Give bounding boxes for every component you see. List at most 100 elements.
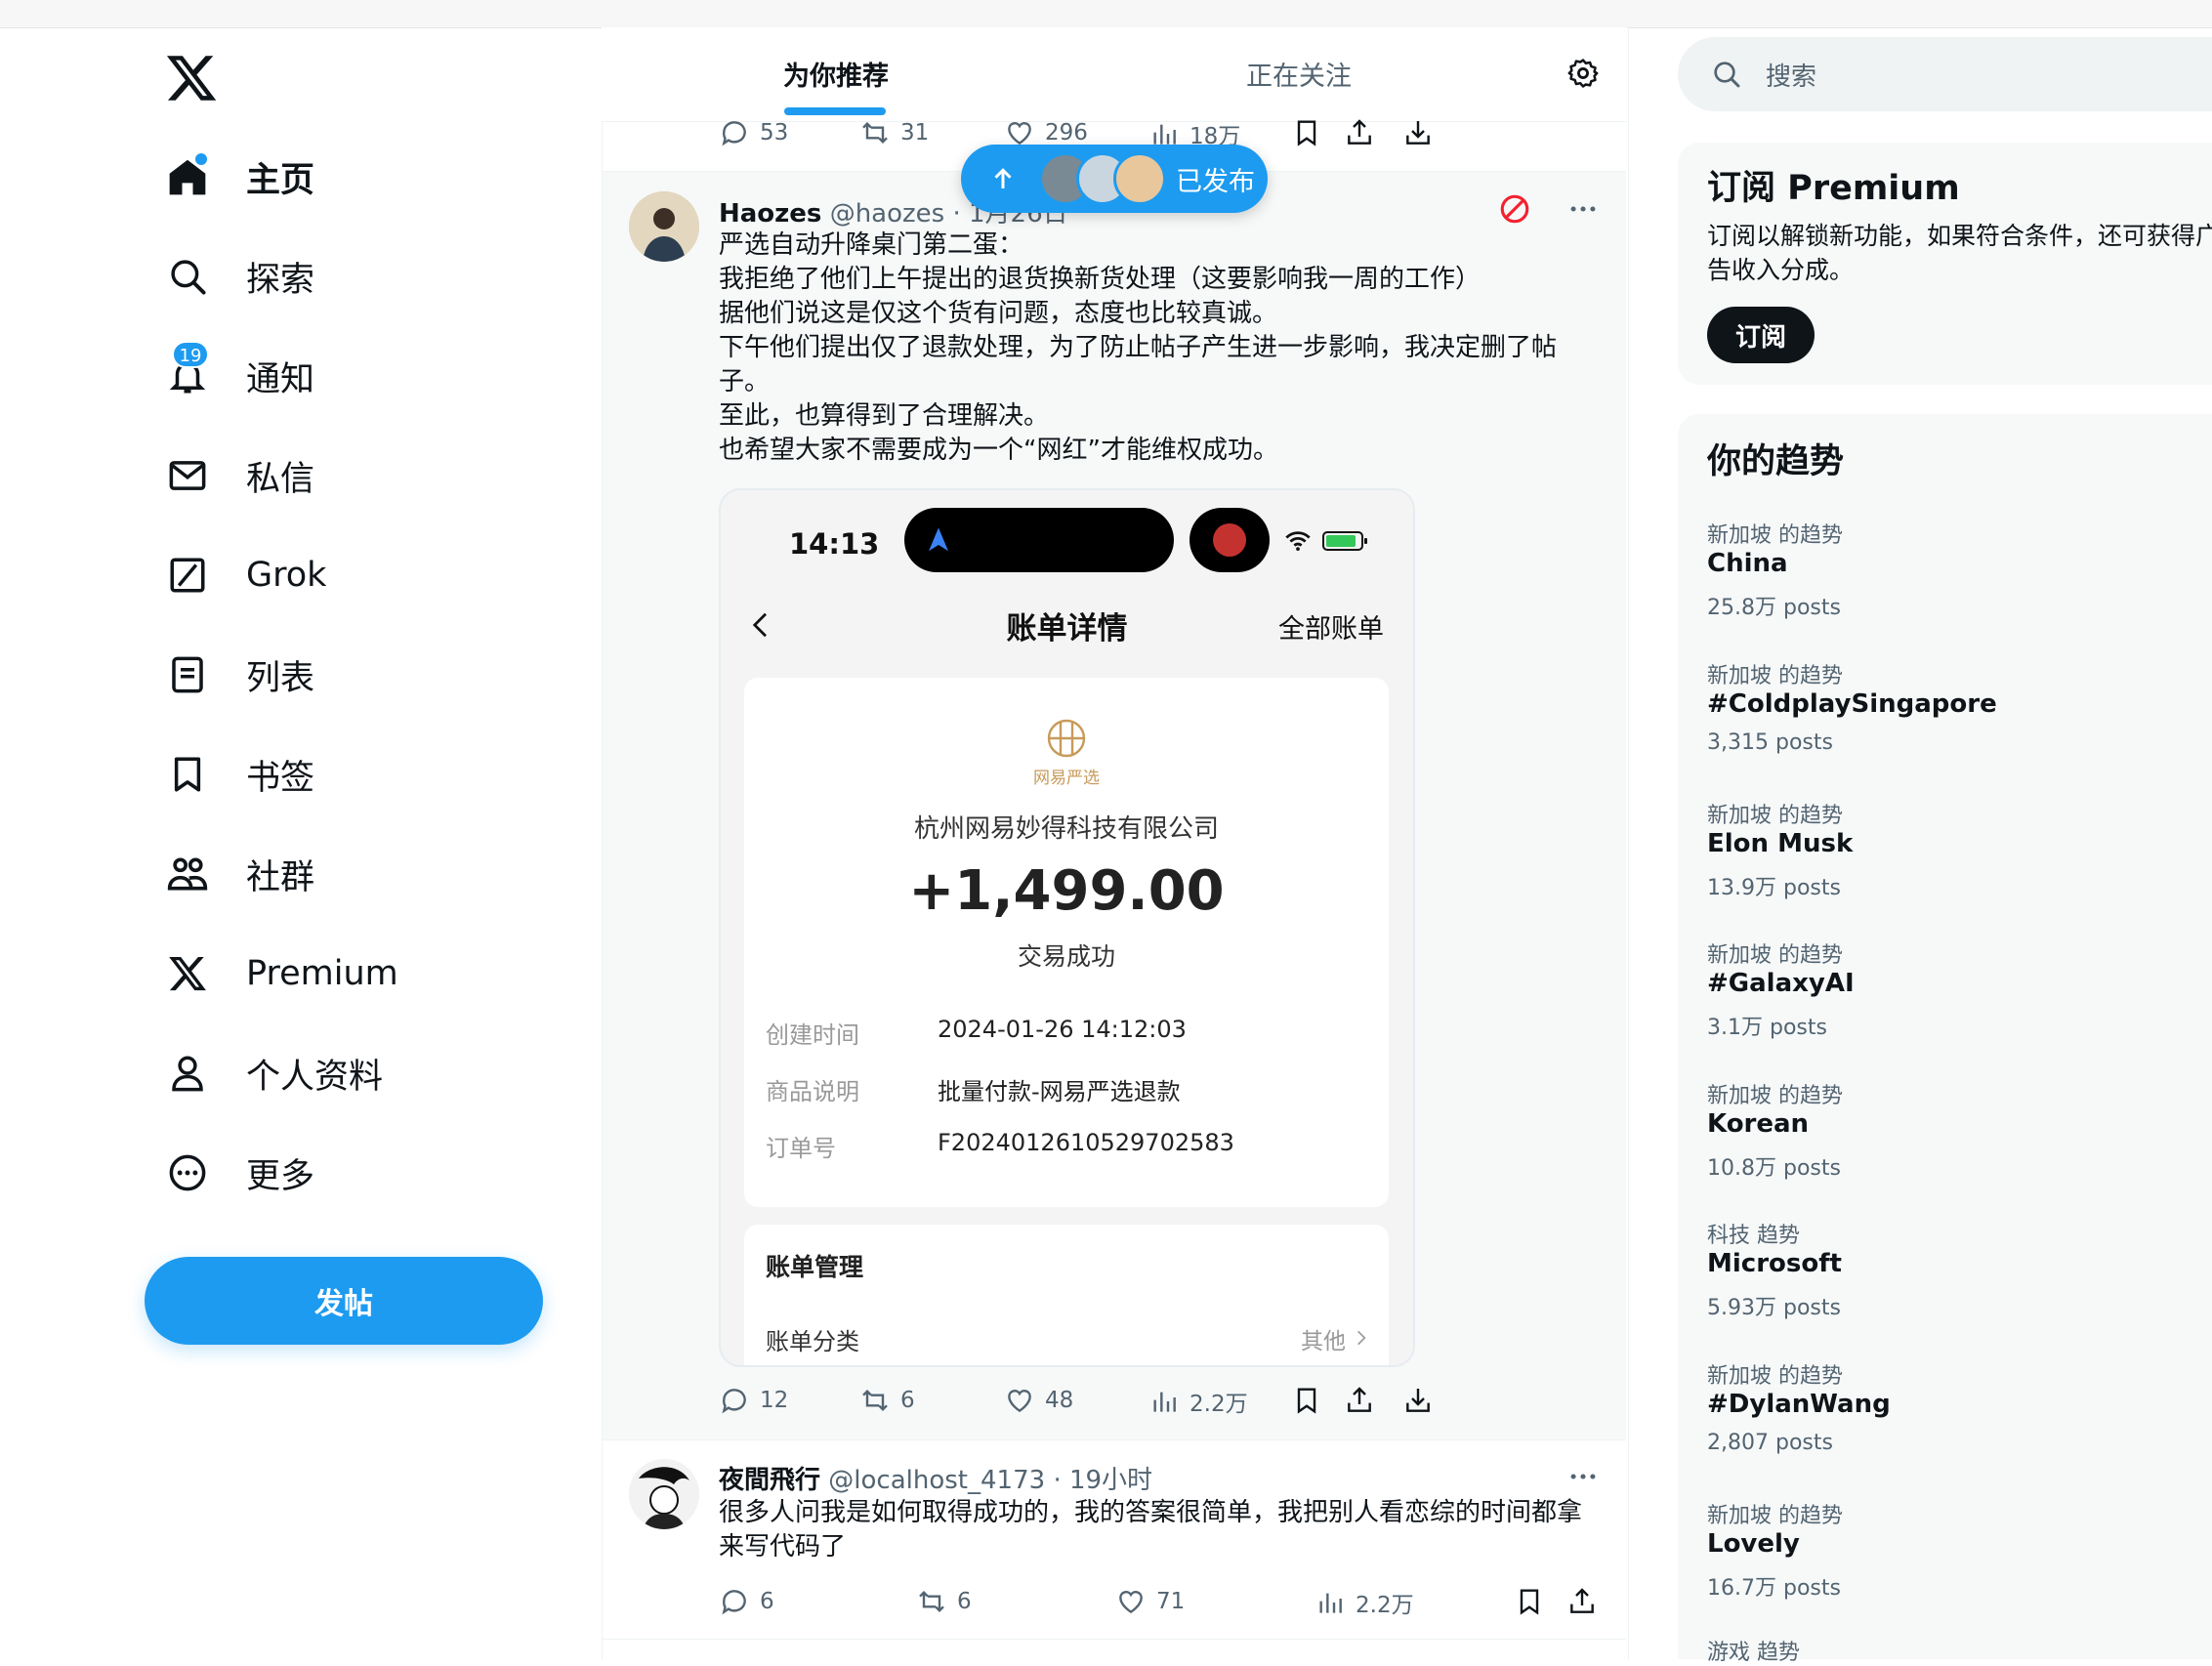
post-button[interactable]: 发帖 <box>145 1257 543 1345</box>
share-icon <box>1348 1387 1371 1412</box>
blocked-icon[interactable] <box>1498 192 1531 226</box>
x-logo-icon[interactable] <box>164 51 219 105</box>
trend-count: 25.8万 posts <box>1707 596 1841 620</box>
search-icon <box>164 253 211 300</box>
repost-count: 31 <box>900 120 930 146</box>
nav-more[interactable]: 更多 <box>164 1139 314 1207</box>
reply-count: 53 <box>760 120 789 146</box>
bookmark-button[interactable] <box>1291 117 1322 148</box>
bookmark-button[interactable] <box>1291 1385 1322 1416</box>
repost-button[interactable]: 6 <box>859 1385 915 1416</box>
nav-label: Premium <box>246 954 398 993</box>
trend-name: #GalaxyAI <box>1707 969 1855 998</box>
premium-panel: 订阅 Premium 订阅以解锁新功能，如果符合条件，还可获得广 告收入分成。 … <box>1678 143 2212 385</box>
subscribe-button[interactable]: 订阅 <box>1707 307 1815 363</box>
nav-communities[interactable]: 社群 <box>164 840 314 908</box>
tweet-line: 据他们说这是仅这个货有问题，态度也比较真诚。 <box>719 299 1278 328</box>
share-button[interactable] <box>1344 117 1375 148</box>
navigation-arrow-icon <box>929 527 948 552</box>
like-count: 48 <box>1045 1388 1074 1413</box>
handle[interactable]: @localhost_4173 <box>828 1466 1045 1495</box>
nav-messages[interactable]: 私信 <box>164 441 314 510</box>
tweet-text: 严选自动升降桌门第二蛋： 我拒绝了他们上午提出的退货换新货处理（这要影响我一周的… <box>719 229 1557 468</box>
nav-label: 主页 <box>246 160 315 200</box>
new-posts-pill[interactable]: 已发布 <box>961 145 1268 213</box>
more-circle-icon <box>164 1149 211 1196</box>
tweet-image[interactable]: 14:13 账单详情 全部账单 网易严选 杭州网易妙得科技有限公司 +1,499… <box>719 488 1415 1367</box>
nav-label: 通知 <box>246 359 315 399</box>
nav-grok[interactable]: Grok <box>164 541 326 609</box>
bookmark-icon <box>1297 120 1316 146</box>
nav-lists[interactable]: 列表 <box>164 641 314 709</box>
chevron-right-icon <box>1357 1330 1366 1346</box>
handle[interactable]: @haozes <box>830 199 945 229</box>
app-icon <box>1213 523 1246 557</box>
row-key: 创建时间 <box>766 1021 859 1049</box>
reply-button[interactable]: 53 <box>719 117 788 148</box>
new-posts-label: 已发布 <box>1176 166 1255 197</box>
download-button[interactable] <box>1402 1385 1434 1416</box>
repost-button[interactable]: 6 <box>916 1586 972 1617</box>
nav-label: 私信 <box>246 459 315 499</box>
nav-profile[interactable]: 个人资料 <box>164 1039 383 1107</box>
nav-label: 探索 <box>246 260 315 300</box>
share-icon <box>1570 1588 1594 1613</box>
timestamp[interactable]: · 19小时 <box>1053 1466 1152 1495</box>
nav-premium[interactable]: Premium <box>164 939 398 1008</box>
trend-count: 16.7万 posts <box>1707 1576 1841 1601</box>
search-input[interactable]: 搜索 <box>1678 37 2212 111</box>
tweet-line: 下午他们提出仅了退款处理，为了防止帖子产生进一步影响，我决定删了帖 <box>719 333 1558 362</box>
more-icon[interactable] <box>1566 1460 1600 1493</box>
avatar[interactable] <box>629 1459 699 1529</box>
gear-icon[interactable] <box>1566 57 1600 90</box>
view-count: 2.2万 <box>1356 1593 1414 1618</box>
views-icon <box>1153 1392 1176 1412</box>
tweet-header: 夜間飛行 @localhost_4173 · 19小时 <box>719 1460 1152 1496</box>
trend-count: 5.93万 posts <box>1707 1296 1841 1320</box>
avatar[interactable] <box>629 191 699 262</box>
x-logo-icon <box>164 950 211 997</box>
nav-explore[interactable]: 探索 <box>164 242 314 311</box>
bill-management-title: 账单管理 <box>766 1253 864 1281</box>
nav-notifications[interactable]: 19 通知 <box>164 341 315 410</box>
reply-button[interactable]: 12 <box>719 1385 788 1416</box>
repost-button[interactable]: 31 <box>859 117 929 148</box>
amount: +1,499.00 <box>908 859 1225 923</box>
home-icon <box>164 151 211 200</box>
more-icon[interactable] <box>1566 192 1600 226</box>
communities-icon <box>164 851 211 897</box>
trend-count: 3.1万 posts <box>1707 1016 1827 1040</box>
reply-icon <box>722 1590 746 1615</box>
nav-label: 更多 <box>246 1156 315 1196</box>
download-icon <box>1406 121 1430 145</box>
like-button[interactable]: 48 <box>1004 1385 1073 1416</box>
reply-button[interactable]: 6 <box>719 1586 774 1617</box>
tab-following[interactable]: 正在关注 <box>1246 55 1352 93</box>
list-icon <box>164 651 211 698</box>
tab-for-you[interactable]: 为你推荐 <box>783 55 889 93</box>
like-button[interactable]: 71 <box>1115 1586 1185 1617</box>
bill-management-card: 账单管理 账单分类 其他 <box>744 1225 1389 1365</box>
share-button[interactable] <box>1344 1385 1375 1416</box>
views-button[interactable]: 2.2万 <box>1315 1586 1414 1619</box>
trends-panel: 你的趋势 新加坡 的趋势 China 25.8万 posts 新加坡 的趋势 #… <box>1678 414 2212 1665</box>
active-tab-indicator <box>784 107 886 115</box>
trend-context: 新加坡 的趋势 <box>1707 943 1843 968</box>
views-icon <box>1319 1593 1342 1613</box>
premium-line: 订阅以解锁新功能，如果符合条件，还可获得广 <box>1707 222 2212 250</box>
premium-description: 订阅以解锁新功能，如果符合条件，还可获得广 告收入分成。 <box>1707 219 2212 287</box>
nav-home[interactable]: 主页 <box>164 143 314 211</box>
bookmark-button[interactable] <box>1514 1586 1545 1617</box>
repost-count: 6 <box>900 1388 915 1413</box>
display-name[interactable]: 夜間飛行 <box>719 1466 820 1495</box>
heart-icon <box>1119 1591 1143 1614</box>
tweet-line: 严选自动升降桌门第二蛋： <box>719 230 1024 260</box>
download-button[interactable] <box>1402 117 1434 148</box>
tweet-line: 至此，也算得到了合理解决。 <box>719 401 1050 431</box>
nav-bookmarks[interactable]: 书签 <box>164 740 314 809</box>
reply-icon <box>722 121 746 146</box>
bookmark-icon <box>1297 1388 1316 1414</box>
views-button[interactable]: 2.2万 <box>1148 1385 1248 1418</box>
display-name[interactable]: Haozes <box>719 199 821 229</box>
share-button[interactable] <box>1566 1586 1598 1617</box>
